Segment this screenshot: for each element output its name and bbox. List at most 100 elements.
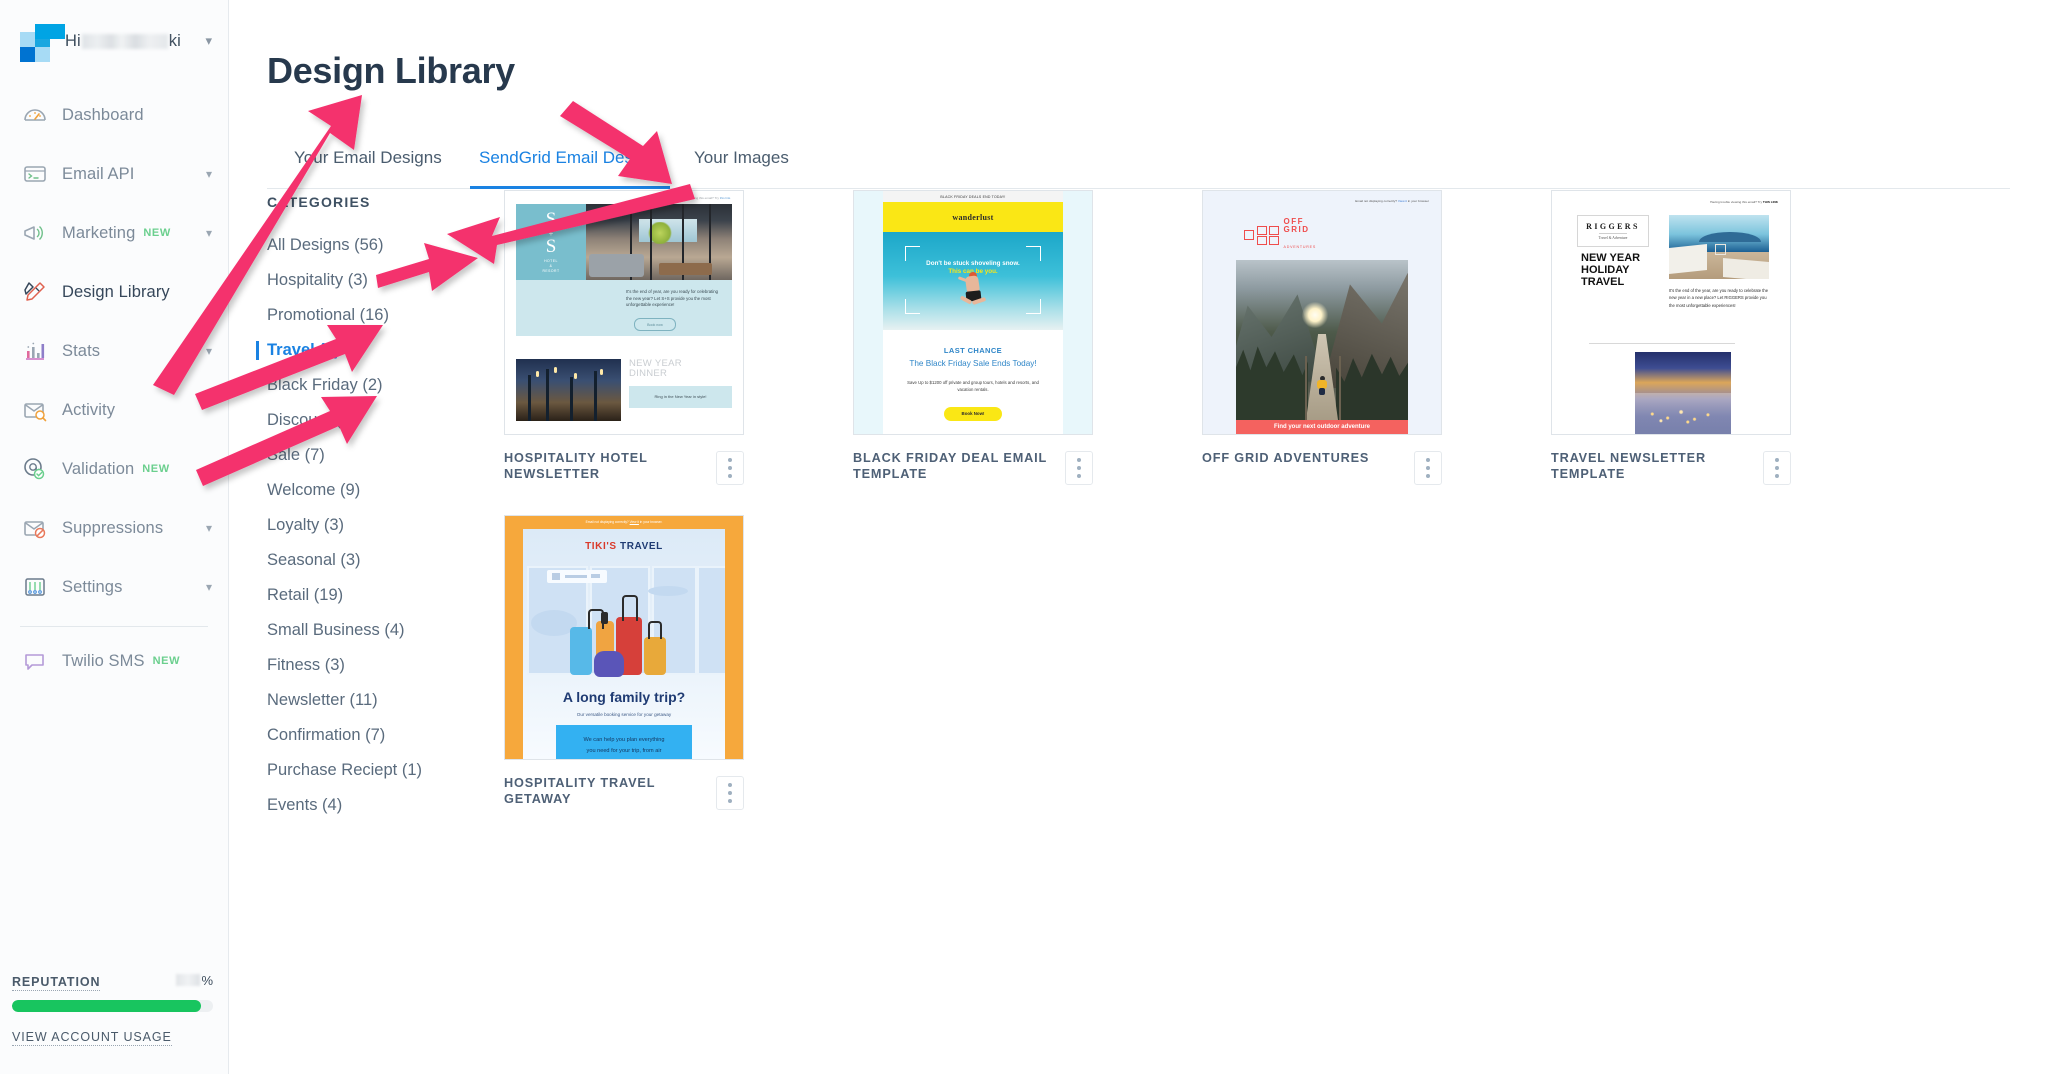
preview-body-text: It's the end of the year, are you ready …: [1669, 288, 1769, 308]
sliders-icon: [20, 572, 50, 602]
chevron-down-icon[interactable]: ▾: [206, 580, 212, 594]
preview-hero-image: Don't be stuck shoveling snow. This can …: [883, 232, 1063, 330]
sidebar-item-dashboard[interactable]: Dashboard: [0, 95, 228, 135]
preview-preheader-tail: in your browser.: [639, 520, 663, 524]
preview-body-text: Save Up to $1200 off private and group t…: [907, 380, 1039, 392]
bar-chart-icon: [20, 336, 50, 366]
chevron-down-icon[interactable]: ▾: [206, 344, 212, 358]
sidebar-item-marketing[interactable]: Marketing NEW ▾: [0, 213, 228, 253]
envelope-search-icon: [20, 395, 50, 425]
category-item-sale[interactable]: Sale (7): [267, 438, 477, 473]
sidebar-item-suppressions[interactable]: Suppressions ▾: [0, 508, 228, 548]
tab-bar: Your Email Designs SendGrid Email Design…: [267, 148, 2010, 189]
preview-preheader: Having trouble viewing this email? Try: [667, 196, 719, 200]
preview-secondary-image: [1635, 352, 1731, 434]
account-greeting-suffix: ki: [168, 31, 181, 50]
category-item-discount[interactable]: Discount (5): [267, 403, 477, 438]
kebab-menu-icon[interactable]: [716, 451, 744, 485]
kebab-menu-icon[interactable]: [1065, 451, 1093, 485]
category-item-welcome[interactable]: Welcome (9): [267, 473, 477, 508]
preview-brand-logo: OFF GRID ADVENTURES: [1244, 217, 1316, 253]
preview-hero-image: [586, 204, 732, 280]
tab-your-images[interactable]: Your Images: [694, 148, 789, 180]
kebab-menu-icon[interactable]: [716, 776, 744, 810]
preview-cta-button: Book now: [634, 318, 676, 331]
preview-brand-s2: S: [545, 236, 557, 258]
sendgrid-logo-icon: [20, 24, 65, 62]
preview-brand-logo: RIGGERS Travel & Adventure: [1577, 215, 1649, 247]
category-item-promotional[interactable]: Promotional (16): [267, 298, 477, 333]
preview-headline: A long family trip?: [562, 689, 686, 705]
active-tab-underline: [470, 186, 670, 189]
preview-brand: wanderlust: [952, 212, 994, 222]
tab-sendgrid-email-designs[interactable]: SendGrid Email Designs: [479, 148, 664, 180]
design-thumbnail-black-friday-deal[interactable]: BLACK FRIDAY DEALS END TODAY! wanderlust…: [853, 190, 1093, 435]
category-item-loyalty[interactable]: Loyalty (3): [267, 508, 477, 543]
sidebar-item-label: Marketing: [62, 223, 136, 242]
chevron-down-icon[interactable]: ▾: [206, 167, 212, 181]
sidebar-item-label: Dashboard: [62, 105, 144, 124]
preview-banner-text: Find your next outdoor adventure: [1273, 424, 1370, 430]
design-thumbnail-off-grid-adventures[interactable]: Email not displaying correctly? View it …: [1202, 190, 1442, 435]
category-item-events[interactable]: Events (4): [267, 788, 477, 823]
new-badge: NEW: [142, 463, 170, 475]
reputation-value: %: [176, 973, 213, 988]
preview-secondary-image: [516, 359, 621, 421]
sidebar-item-settings[interactable]: Settings ▾: [0, 567, 228, 607]
sidebar-item-label: Design Library: [62, 282, 170, 301]
chat-bubble-icon: [20, 646, 50, 676]
preview-subhead: Our versatile booking service for your g…: [576, 712, 672, 717]
account-switcher[interactable]: Hi ki ▾: [0, 0, 228, 63]
redacted-reputation-value: [176, 974, 201, 986]
category-item-black-friday[interactable]: Black Friday (2): [267, 368, 477, 403]
sidebar-item-activity[interactable]: Activity: [0, 390, 228, 430]
new-badge: NEW: [152, 655, 181, 667]
view-account-usage-link[interactable]: VIEW ACCOUNT USAGE: [12, 1030, 172, 1046]
category-item-hospitality[interactable]: Hospitality (3): [267, 263, 477, 298]
preview-preheader: BLACK FRIDAY DEALS END TODAY!: [883, 191, 1063, 202]
category-item-confirmation[interactable]: Confirmation (7): [267, 718, 477, 753]
design-thumbnail-hospitality-hotel-newsletter[interactable]: Having trouble viewing this email? Try t…: [504, 190, 744, 435]
kebab-menu-icon[interactable]: [1414, 451, 1442, 485]
preview-brand-block: S + S HOTEL & RESORT: [516, 204, 586, 280]
sidebar-item-twilio-sms[interactable]: Twilio SMS NEW: [0, 641, 228, 681]
square-icon: [1244, 230, 1254, 241]
category-item-seasonal[interactable]: Seasonal (3): [267, 543, 477, 578]
preview-subhead: The Black Friday Sale Ends Today!: [909, 359, 1037, 368]
design-thumbnail-travel-newsletter[interactable]: Having trouble viewing this email? Try T…: [1551, 190, 1791, 435]
category-item-small-business[interactable]: Small Business (4): [267, 613, 477, 648]
sidebar-item-email-api[interactable]: Email API ▾: [0, 154, 228, 194]
sidebar-item-validation[interactable]: Validation NEW: [0, 449, 228, 489]
preview-body-line1: We can help you plan everything: [583, 737, 665, 743]
preview-preheader: Email not displaying correctly?: [585, 520, 629, 524]
category-item-retail[interactable]: Retail (19): [267, 578, 477, 613]
design-card-title: TRAVEL NEWSLETTER TEMPLATE: [1551, 451, 1706, 481]
chevron-down-icon[interactable]: ▾: [206, 226, 212, 240]
main-content: Design Library Your Email Designs SendGr…: [229, 0, 2048, 1074]
category-item-newsletter[interactable]: Newsletter (11): [267, 683, 477, 718]
design-card: Having trouble viewing this email? Try T…: [1551, 190, 1791, 485]
gauge-icon: [20, 100, 50, 130]
preview-cta-button: Book Now!: [944, 406, 1002, 421]
preview-brand-sub: Travel & Adventure: [1598, 233, 1628, 240]
sidebar-item-stats[interactable]: Stats ▾: [0, 331, 228, 371]
chevron-down-icon[interactable]: ▾: [205, 33, 212, 49]
design-card: Email not displaying correctly? View it …: [1202, 190, 1442, 485]
kebab-menu-icon[interactable]: [1763, 451, 1791, 485]
category-item-travel[interactable]: Travel (5): [256, 333, 477, 368]
preview-headline: NEW YEAR HOLIDAY TRAVEL: [1581, 252, 1641, 288]
category-item-all-designs[interactable]: All Designs (56): [267, 228, 477, 263]
preview-hero-image: [1669, 215, 1769, 279]
preview-preheader-tail: in your browser: [1407, 199, 1429, 203]
sidebar-item-design-library[interactable]: Design Library: [0, 272, 228, 312]
tab-your-email-designs[interactable]: Your Email Designs: [294, 148, 442, 180]
chevron-down-icon[interactable]: ▾: [206, 521, 212, 535]
reputation-progress-fill: [12, 1000, 201, 1012]
design-thumbnail-hospitality-travel-getaway[interactable]: Email not displaying correctly? View it …: [504, 515, 744, 760]
at-check-icon: [20, 454, 50, 484]
categories-heading: CATEGORIES: [267, 194, 371, 210]
category-item-fitness[interactable]: Fitness (3): [267, 648, 477, 683]
preview-hero-line1: Don't be stuck shoveling snow.: [926, 260, 1020, 267]
category-item-purchase-reciept[interactable]: Purchase Reciept (1): [267, 753, 477, 788]
megaphone-icon: [20, 218, 50, 248]
